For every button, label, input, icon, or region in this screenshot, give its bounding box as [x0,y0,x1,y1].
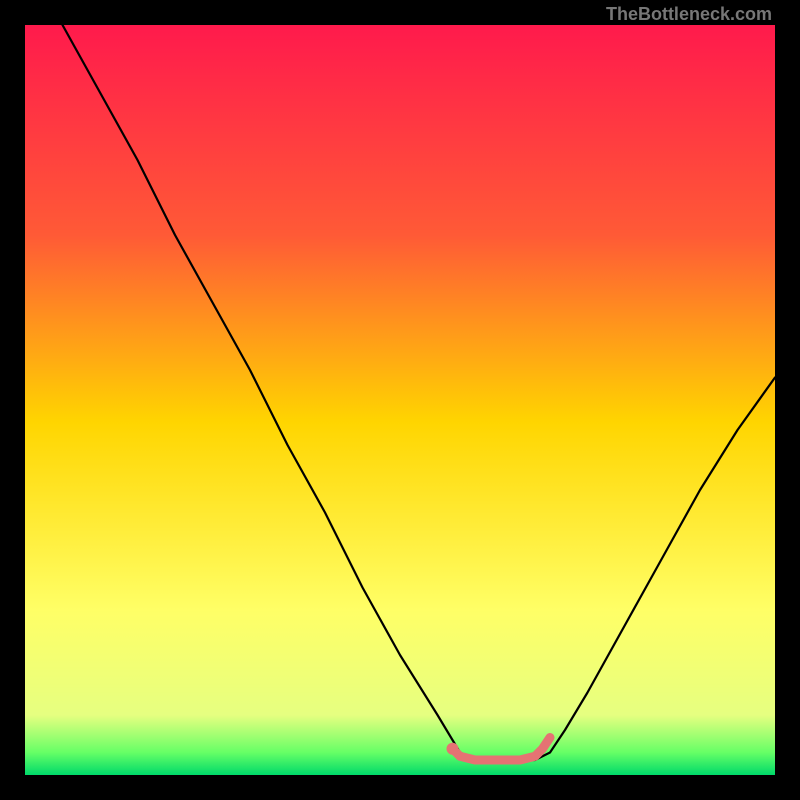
plot-area [25,25,775,775]
watermark-text: TheBottleneck.com [606,4,772,25]
optimal-range-marker [453,738,551,761]
chart-frame: TheBottleneck.com [0,0,800,800]
bottleneck-curve [63,25,776,760]
optimal-point-dot [447,743,459,755]
curve-layer [25,25,775,775]
